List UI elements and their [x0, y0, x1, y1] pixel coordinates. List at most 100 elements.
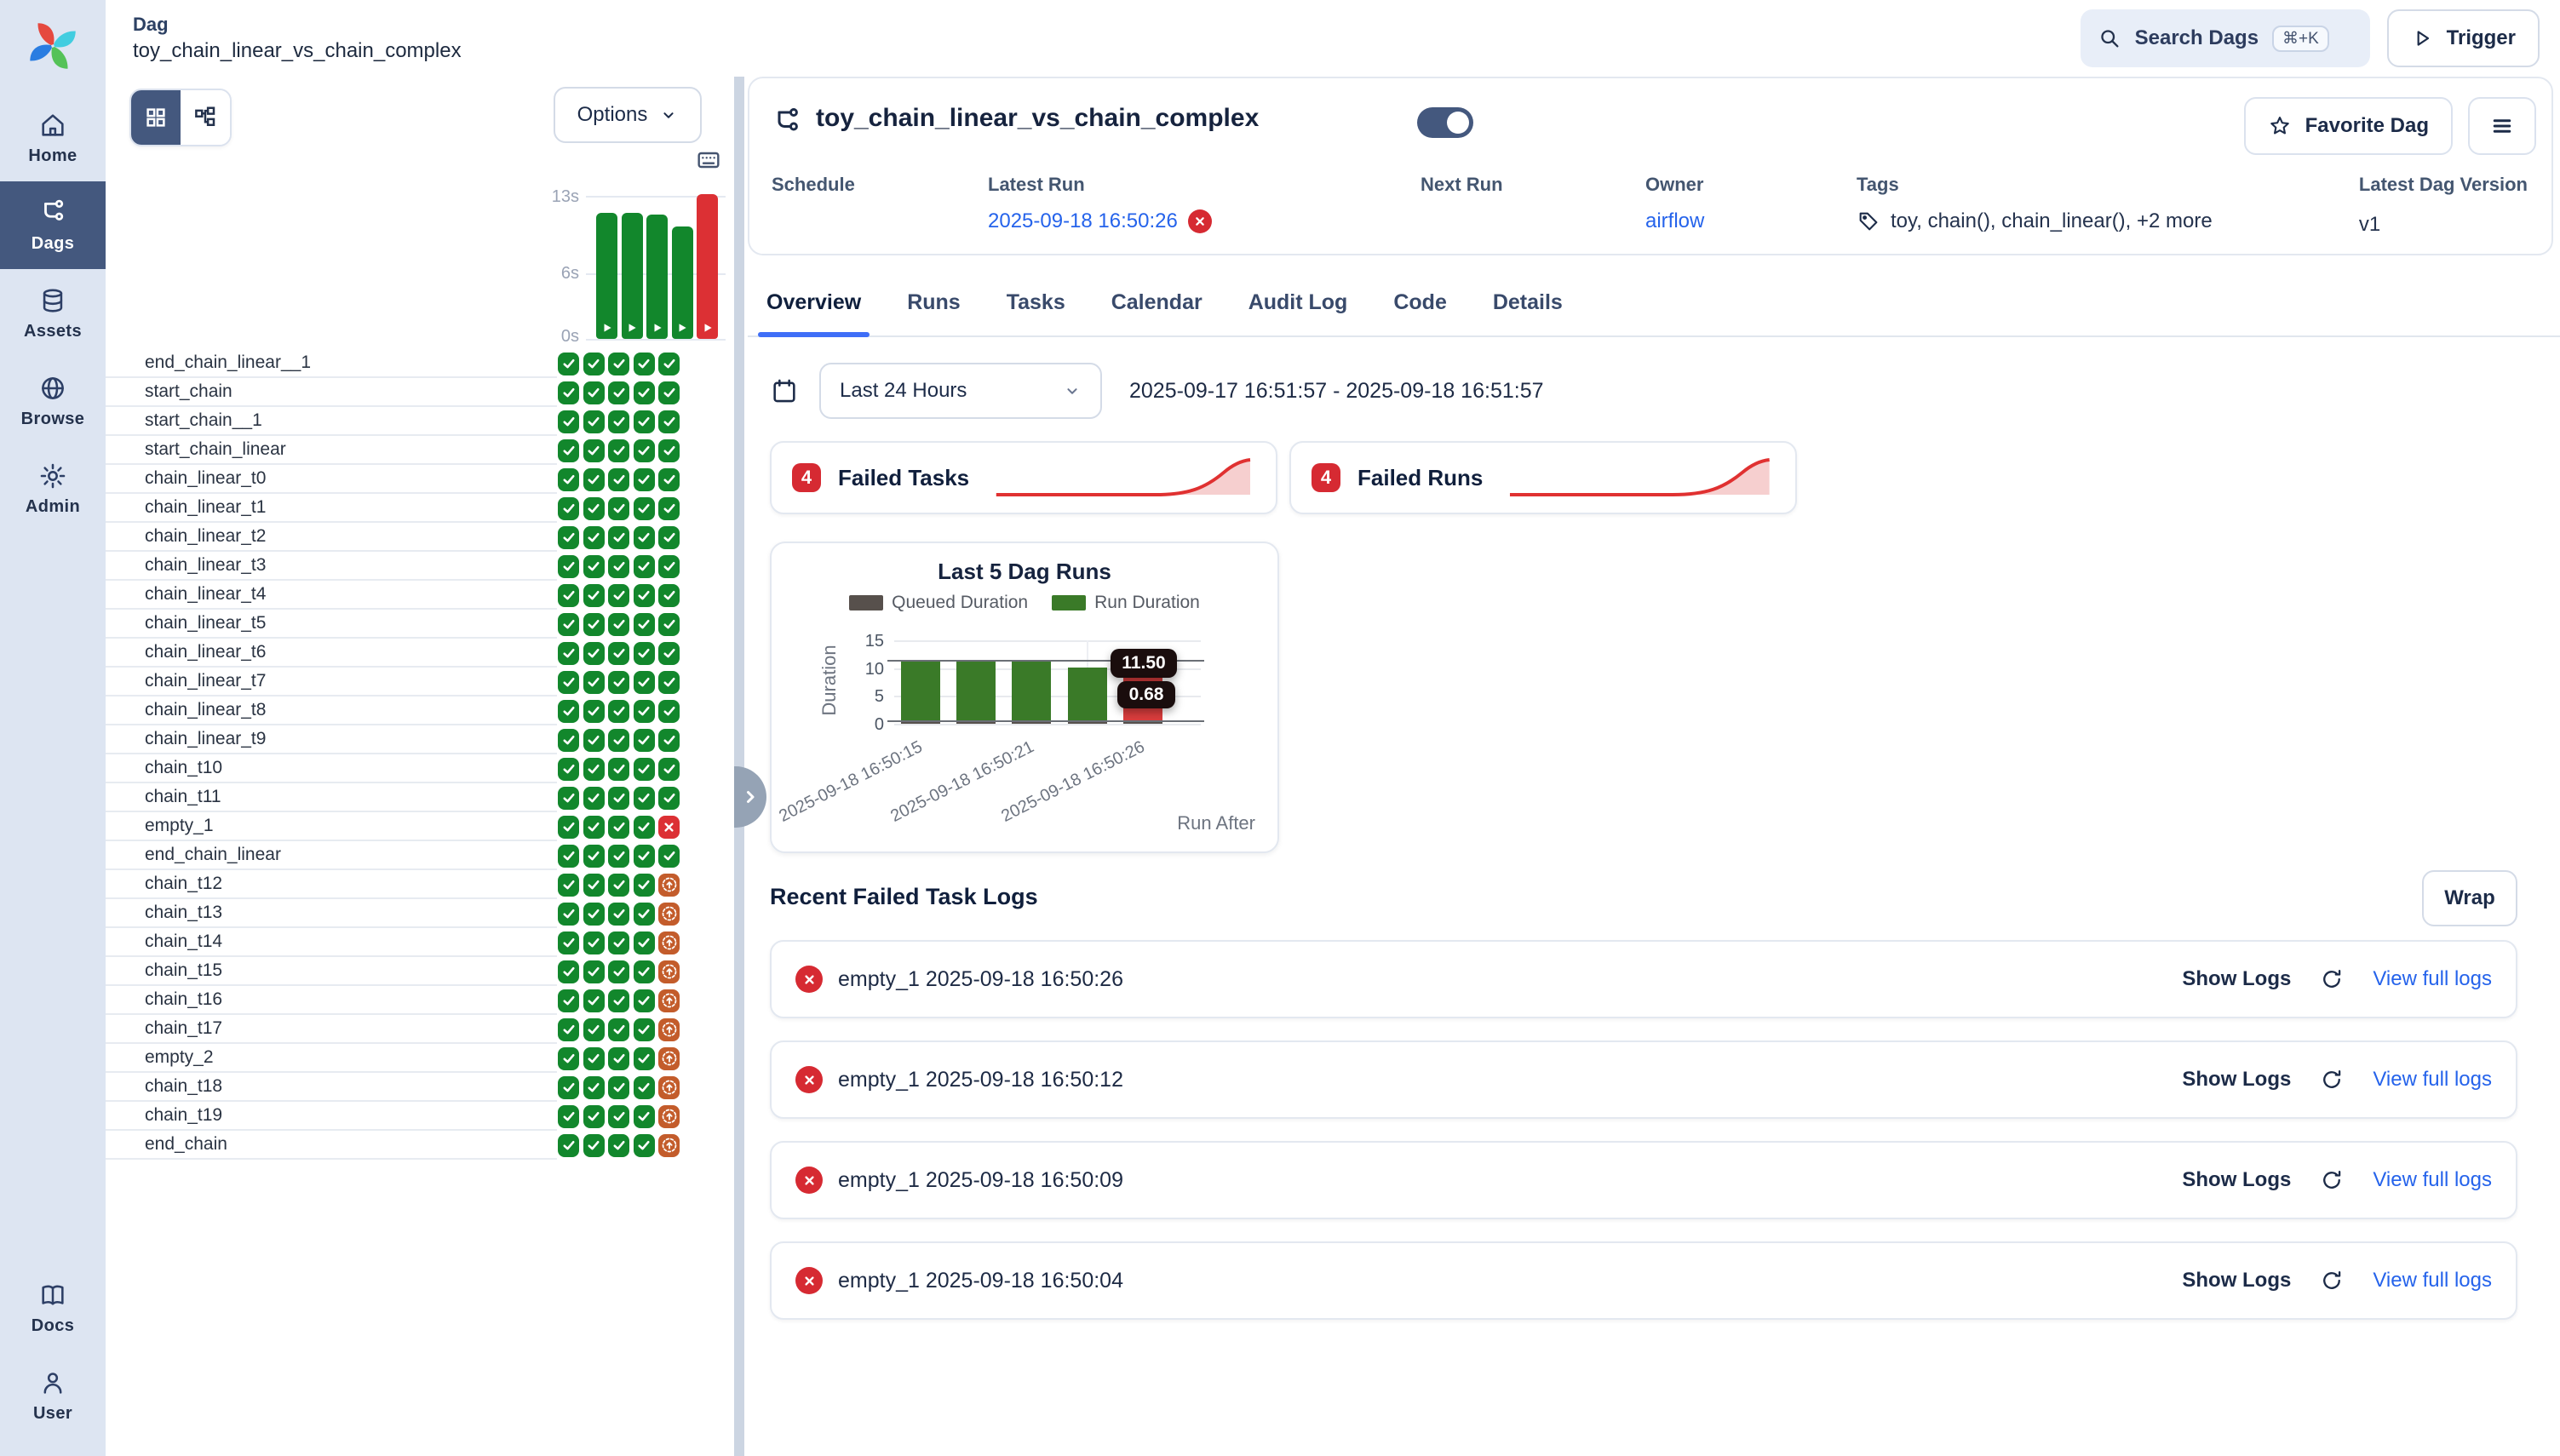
- task-name[interactable]: chain_linear_t9: [106, 725, 557, 754]
- task-instance-success[interactable]: [634, 729, 655, 752]
- task-instance-success[interactable]: [558, 845, 579, 868]
- task-instance-success[interactable]: [558, 787, 579, 810]
- tab-tasks[interactable]: Tasks: [1007, 269, 1065, 335]
- sidebar-item-dags[interactable]: Dags: [0, 181, 106, 269]
- task-instance-success[interactable]: [658, 787, 680, 810]
- task-name[interactable]: chain_linear_t6: [106, 639, 557, 668]
- task-instance-success[interactable]: [608, 584, 629, 607]
- task-instance-success[interactable]: [658, 526, 680, 549]
- failed-tasks-card[interactable]: 4 Failed Tasks: [770, 441, 1277, 514]
- task-instance-success[interactable]: [608, 381, 629, 404]
- graph-view-button[interactable]: [181, 90, 230, 145]
- task-name[interactable]: chain_t13: [106, 899, 557, 928]
- task-instance-success[interactable]: [558, 1076, 579, 1099]
- dag-actions-menu-button[interactable]: [2468, 97, 2536, 155]
- task-instance-success[interactable]: [558, 989, 579, 1012]
- task-name[interactable]: chain_linear_t4: [106, 581, 557, 610]
- task-name[interactable]: start_chain: [106, 378, 557, 407]
- task-instance-success[interactable]: [583, 787, 605, 810]
- breadcrumb-section[interactable]: Dag: [133, 14, 462, 36]
- task-name[interactable]: chain_linear_t8: [106, 696, 557, 725]
- task-instance-success[interactable]: [634, 700, 655, 723]
- task-name[interactable]: start_chain__1: [106, 407, 557, 436]
- task-instance-success[interactable]: [634, 931, 655, 954]
- task-instance-success[interactable]: [583, 468, 605, 491]
- task-name[interactable]: chain_t16: [106, 986, 557, 1015]
- task-instance-success[interactable]: [558, 1018, 579, 1041]
- tab-details[interactable]: Details: [1493, 269, 1563, 335]
- latest-run-link[interactable]: 2025-09-18 16:50:26: [988, 209, 1178, 233]
- chart-bar-success[interactable]: [1068, 668, 1107, 724]
- task-instance-success[interactable]: [583, 960, 605, 983]
- task-instance-upstream-failed[interactable]: [658, 903, 680, 926]
- task-name[interactable]: chain_t11: [106, 783, 557, 812]
- task-instance-success[interactable]: [558, 1134, 579, 1157]
- task-instance-success[interactable]: [608, 642, 629, 665]
- task-instance-success[interactable]: [658, 700, 680, 723]
- task-instance-success[interactable]: [583, 845, 605, 868]
- task-name[interactable]: end_chain_linear: [106, 841, 557, 870]
- task-instance-success[interactable]: [608, 874, 629, 897]
- task-instance-success[interactable]: [658, 439, 680, 462]
- task-instance-success[interactable]: [558, 1047, 579, 1070]
- task-instance-success[interactable]: [634, 353, 655, 375]
- task-instance-success[interactable]: [583, 671, 605, 694]
- task-instance-upstream-failed[interactable]: [658, 960, 680, 983]
- task-instance-success[interactable]: [583, 642, 605, 665]
- task-instance-success[interactable]: [608, 613, 629, 636]
- task-instance-success[interactable]: [558, 931, 579, 954]
- task-instance-success[interactable]: [634, 410, 655, 433]
- task-instance-success[interactable]: [658, 845, 680, 868]
- task-instance-upstream-failed[interactable]: [658, 1018, 680, 1041]
- task-instance-success[interactable]: [608, 845, 629, 868]
- task-instance-success[interactable]: [634, 845, 655, 868]
- task-name[interactable]: empty_2: [106, 1044, 557, 1073]
- sidebar-item-home[interactable]: Home: [0, 94, 106, 181]
- tab-overview[interactable]: Overview: [766, 269, 861, 335]
- options-button[interactable]: Options: [554, 87, 702, 143]
- task-instance-success[interactable]: [608, 758, 629, 781]
- task-instance-failed[interactable]: [658, 816, 680, 839]
- task-instance-success[interactable]: [658, 729, 680, 752]
- task-name[interactable]: chain_t12: [106, 870, 557, 899]
- task-instance-success[interactable]: [634, 1047, 655, 1070]
- show-logs-button[interactable]: Show Logs: [2182, 1168, 2291, 1192]
- task-instance-success[interactable]: [558, 758, 579, 781]
- task-instance-success[interactable]: [608, 816, 629, 839]
- trigger-button[interactable]: Trigger: [2387, 9, 2540, 67]
- task-instance-success[interactable]: [634, 874, 655, 897]
- task-instance-success[interactable]: [608, 353, 629, 375]
- task-instance-success[interactable]: [608, 671, 629, 694]
- task-instance-success[interactable]: [583, 526, 605, 549]
- tab-code[interactable]: Code: [1393, 269, 1447, 335]
- task-name[interactable]: chain_linear_t5: [106, 610, 557, 639]
- search-dags-button[interactable]: Search Dags ⌘+K: [2081, 9, 2370, 67]
- task-instance-success[interactable]: [583, 903, 605, 926]
- task-instance-success[interactable]: [558, 642, 579, 665]
- task-instance-success[interactable]: [634, 1076, 655, 1099]
- task-instance-success[interactable]: [658, 497, 680, 520]
- task-instance-success[interactable]: [608, 903, 629, 926]
- task-instance-success[interactable]: [558, 468, 579, 491]
- sidebar-item-admin[interactable]: Admin: [0, 444, 106, 532]
- grid-view-button[interactable]: [131, 90, 181, 145]
- sidebar-item-assets[interactable]: Assets: [0, 269, 106, 357]
- airflow-logo-icon[interactable]: [22, 15, 83, 77]
- task-name[interactable]: chain_linear_t2: [106, 523, 557, 552]
- task-instance-success[interactable]: [583, 613, 605, 636]
- sidebar-item-browse[interactable]: Browse: [0, 357, 106, 444]
- task-instance-success[interactable]: [583, 816, 605, 839]
- refresh-icon[interactable]: [2320, 1168, 2344, 1192]
- task-instance-success[interactable]: [583, 758, 605, 781]
- task-instance-success[interactable]: [658, 584, 680, 607]
- task-instance-upstream-failed[interactable]: [658, 1134, 680, 1157]
- task-instance-success[interactable]: [608, 410, 629, 433]
- task-instance-success[interactable]: [558, 816, 579, 839]
- dag-run-bar-success[interactable]: [672, 226, 693, 339]
- task-instance-success[interactable]: [583, 700, 605, 723]
- task-instance-success[interactable]: [658, 758, 680, 781]
- refresh-icon[interactable]: [2320, 967, 2344, 991]
- show-logs-button[interactable]: Show Logs: [2182, 1068, 2291, 1092]
- task-instance-success[interactable]: [583, 555, 605, 578]
- task-instance-success[interactable]: [608, 787, 629, 810]
